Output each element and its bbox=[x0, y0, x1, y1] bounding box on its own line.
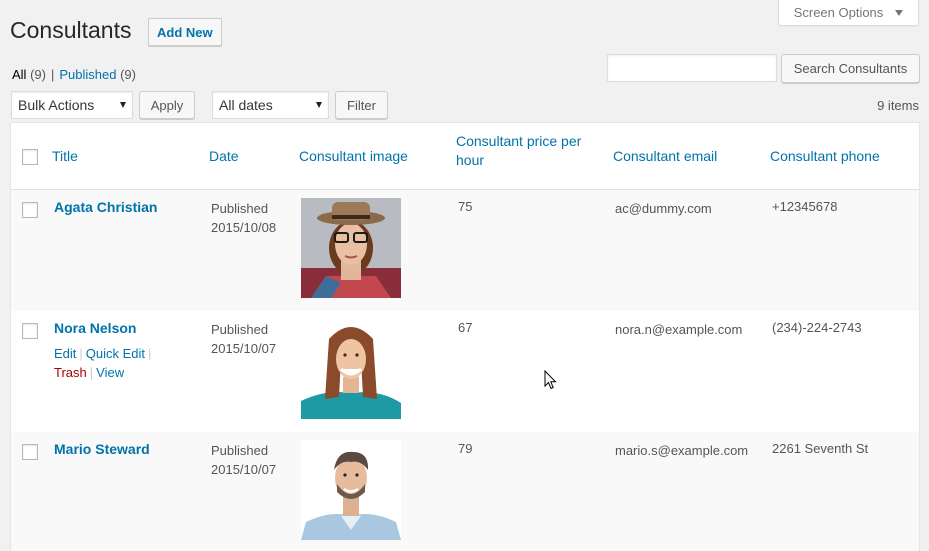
column-email[interactable]: Consultant email bbox=[613, 147, 717, 166]
column-image[interactable]: Consultant image bbox=[299, 147, 408, 166]
add-new-button[interactable]: Add New bbox=[148, 18, 222, 46]
column-phone[interactable]: Consultant phone bbox=[770, 147, 880, 166]
table-row: Mario Steward Published 2015/10/07 79 ma… bbox=[11, 432, 919, 551]
row-price: 67 bbox=[458, 320, 473, 335]
table-row: Nora Nelson Edit | Quick Edit | Trash | View … bbox=[11, 311, 919, 432]
view-published-link[interactable]: Published (9) bbox=[59, 67, 136, 82]
bulk-actions-select[interactable]: Bulk Actions bbox=[11, 91, 133, 119]
consultant-photo bbox=[301, 440, 401, 540]
row-date: Published 2015/10/07 bbox=[211, 441, 276, 479]
row-title-link[interactable]: Nora Nelson bbox=[54, 320, 136, 336]
row-phone: (234)-224-2743 bbox=[772, 320, 862, 335]
view-all-label: All bbox=[12, 67, 27, 82]
chevron-down-icon bbox=[120, 102, 126, 108]
column-price[interactable]: Consultant price per hour bbox=[456, 132, 606, 170]
page-title: Consultants bbox=[10, 17, 132, 43]
row-date-value: 2015/10/07 bbox=[211, 341, 277, 356]
view-published-count: (9) bbox=[120, 67, 136, 82]
row-date-value: 2015/10/08 bbox=[211, 220, 277, 235]
bulk-actions-selected: Bulk Actions bbox=[18, 97, 95, 113]
row-checkbox[interactable] bbox=[22, 323, 38, 339]
search-input[interactable] bbox=[607, 54, 777, 82]
trash-link[interactable]: Trash bbox=[54, 365, 87, 380]
consultant-photo bbox=[301, 198, 401, 298]
quick-edit-link[interactable]: Quick Edit bbox=[86, 346, 145, 361]
chevron-down-icon bbox=[895, 9, 904, 16]
view-link[interactable]: View bbox=[96, 365, 124, 380]
search-consultants-button[interactable]: Search Consultants bbox=[781, 54, 920, 83]
row-status: Published bbox=[211, 201, 269, 216]
row-price: 79 bbox=[458, 441, 473, 456]
status-views: All (9) | Published (9) bbox=[12, 67, 136, 82]
column-date[interactable]: Date bbox=[209, 147, 239, 166]
screen-options-button[interactable]: Screen Options bbox=[778, 0, 919, 26]
action-separator: | bbox=[79, 346, 83, 361]
view-all-link[interactable]: All (9) bbox=[12, 67, 46, 82]
chevron-down-icon bbox=[316, 102, 322, 108]
table-header: Title Date Consultant image Consultant p… bbox=[11, 123, 919, 190]
row-checkbox[interactable] bbox=[22, 202, 38, 218]
row-status: Published bbox=[211, 322, 269, 337]
apply-button[interactable]: Apply bbox=[139, 91, 195, 119]
row-email: ac@dummy.com bbox=[615, 201, 712, 216]
view-published-label: Published bbox=[59, 67, 117, 82]
date-filter-selected: All dates bbox=[219, 97, 273, 113]
row-checkbox[interactable] bbox=[22, 444, 38, 460]
row-phone: +12345678 bbox=[772, 199, 838, 214]
row-actions: Edit | Quick Edit | Trash | View bbox=[54, 344, 184, 382]
action-separator: | bbox=[89, 365, 94, 380]
view-all-count: (9) bbox=[30, 67, 46, 82]
table-row: Agata Christian Published 2015/10/08 75 … bbox=[11, 190, 919, 311]
date-filter-select[interactable]: All dates bbox=[212, 91, 329, 119]
row-phone: 2261 Seventh St bbox=[772, 441, 869, 456]
row-date: Published 2015/10/08 bbox=[211, 199, 276, 237]
items-count: 9 items bbox=[877, 98, 919, 113]
select-all-checkbox[interactable] bbox=[22, 149, 38, 165]
row-date-value: 2015/10/07 bbox=[211, 462, 277, 477]
row-status: Published bbox=[211, 443, 269, 458]
filter-button[interactable]: Filter bbox=[335, 91, 388, 119]
consultants-table: Title Date Consultant image Consultant p… bbox=[10, 122, 920, 551]
consultant-photo bbox=[301, 319, 401, 419]
screen-options-label: Screen Options bbox=[793, 5, 884, 20]
edit-link[interactable]: Edit bbox=[54, 346, 76, 361]
column-title[interactable]: Title bbox=[52, 147, 78, 166]
row-date: Published 2015/10/07 bbox=[211, 320, 276, 358]
row-title-link[interactable]: Agata Christian bbox=[54, 199, 157, 215]
action-separator: | bbox=[148, 346, 152, 361]
row-title-link[interactable]: Mario Steward bbox=[54, 441, 150, 457]
row-email: mario.s@example.com bbox=[615, 443, 749, 458]
view-separator: | bbox=[50, 67, 55, 82]
row-email: nora.n@example.com bbox=[615, 322, 743, 337]
row-price: 75 bbox=[458, 199, 473, 214]
mouse-cursor-icon bbox=[544, 370, 557, 390]
